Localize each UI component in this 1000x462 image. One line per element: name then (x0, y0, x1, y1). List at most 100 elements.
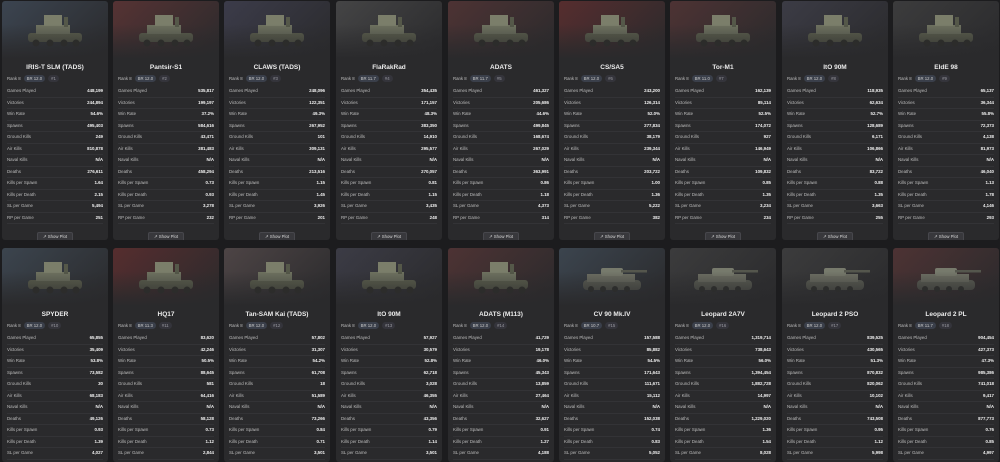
stat-row: Naval Kills N/A (229, 402, 325, 414)
rank-line: Rank 8 BR 10.7 #15 (559, 320, 665, 333)
stat-label: Kills per Spawn (118, 180, 149, 185)
show-plot-button[interactable]: ↗ Show Plot (371, 232, 407, 240)
stat-row: Win Rate 53.8% (7, 356, 103, 368)
stat-label: Victories (7, 99, 24, 105)
stat-row: Ground Kills 101 (229, 132, 325, 144)
stat-row: Naval Kills N/A (787, 155, 883, 167)
stat-row: Air Kills 267,029 (453, 144, 549, 155)
stat-label: Ground Kills (118, 381, 142, 386)
stat-row: Win Rate 46.0% (453, 356, 549, 368)
stat-row: Deaths 270,057 (341, 167, 437, 178)
stat-value: 146,949 (755, 145, 771, 151)
stat-label: Naval Kills (229, 157, 250, 162)
stat-row: Spawns 499,845 (453, 121, 549, 132)
vehicle-name: Leopard 2 PSO (811, 311, 859, 318)
position-badge: #4 (381, 75, 393, 82)
stat-value: N/A (652, 157, 660, 162)
vehicle-image (559, 1, 665, 59)
image-fade (559, 1, 665, 59)
vehicle-name: Leopard 2 PL (925, 311, 967, 318)
rank-label: Rank 8 (7, 76, 21, 81)
stat-row: RP per Game 201 (229, 213, 325, 224)
stat-value: 42,246 (200, 346, 214, 352)
stat-label: RP per Game (675, 214, 702, 220)
vehicle-image (782, 248, 888, 306)
battle-rating-badge: BR 12.0 (134, 75, 157, 82)
stat-label: Kills per Death (341, 191, 370, 197)
show-plot-button[interactable]: ↗ Show Plot (817, 232, 853, 240)
rank-label: Rank 8 (898, 76, 912, 81)
stat-label: Games Played (7, 335, 36, 340)
show-plot-button[interactable]: ↗ Show Plot (594, 232, 630, 240)
stat-row: Kills per Spawn 0.95 (787, 425, 883, 437)
stat-label: Games Played (453, 88, 482, 93)
stat-label: Games Played (898, 88, 927, 93)
stat-label: Deaths (787, 415, 801, 421)
vehicle-card: EldE 98 Rank 8 BR 12.0 #9 Games Played 65,137… (893, 1, 999, 240)
stat-label: Win Rate (7, 358, 26, 363)
stat-value: N/A (763, 404, 771, 409)
rank-label: Rank 8 (898, 323, 912, 328)
stat-label: Deaths (118, 168, 132, 174)
stat-value: 232 (206, 214, 214, 220)
rank-line: Rank 8 BR 11.7 #18 (893, 320, 999, 333)
stat-row: Spawns 383,350 (341, 121, 437, 132)
stat-row: Air Kills 146,949 (675, 144, 771, 155)
stat-row: Games Played 243,200 (564, 86, 660, 98)
stat-label: Victories (453, 346, 470, 352)
stat-row: SL per Game 3,501 (229, 448, 325, 460)
battle-rating-badge: BR 10.7 (580, 322, 603, 329)
stat-label: Victories (675, 346, 692, 352)
position-badge: #16 (716, 322, 730, 329)
stat-row: Kills per Spawn 0.74 (564, 425, 660, 437)
stat-value: 1.15 (428, 191, 437, 197)
show-plot-button[interactable]: ↗ Show Plot (928, 232, 964, 240)
stat-value: N/A (875, 157, 883, 162)
stat-row: Kills per Spawn 1.36 (675, 425, 771, 437)
stat-value: 248,096 (309, 88, 325, 93)
stat-label: Victories (7, 346, 24, 352)
stat-value: 270,057 (421, 168, 437, 174)
stat-row: Spawns 62,718 (341, 368, 437, 379)
stat-label: Ground Kills (229, 134, 253, 139)
vehicle-image (336, 1, 442, 59)
stat-label: Games Played (118, 335, 147, 340)
battle-rating-badge: BR 12.0 (803, 322, 826, 329)
rank-line: Rank 8 BR 11.0 #7 (670, 73, 776, 86)
show-plot-button[interactable]: ↗ Show Plot (37, 232, 73, 240)
stat-row: Kills per Death 1.35 (787, 190, 883, 201)
stat-value: 243,200 (644, 88, 660, 93)
stat-value: 0.88 (874, 180, 883, 185)
show-plot-button[interactable]: ↗ Show Plot (483, 232, 519, 240)
vehicle-image (2, 1, 108, 59)
stat-label: Victories (898, 99, 915, 105)
stat-label: Air Kills (787, 392, 802, 398)
stat-value: 4,146 (983, 203, 994, 208)
image-fade (448, 1, 554, 59)
stat-label: SL per Game (7, 450, 33, 455)
show-plot-button[interactable]: ↗ Show Plot (705, 232, 741, 240)
stat-value: 128,689 (867, 122, 883, 128)
stat-label: SL per Game (7, 203, 33, 208)
stat-row: Kills per Death 1.14 (341, 437, 437, 448)
stat-value: 5,998 (872, 450, 883, 455)
stat-value: 1.35 (874, 191, 883, 197)
stat-value: 239,344 (644, 145, 660, 151)
stat-label: Kills per Spawn (229, 427, 260, 432)
show-plot-button[interactable]: ↗ Show Plot (148, 232, 184, 240)
stat-label: SL per Game (118, 450, 144, 455)
stat-label: Air Kills (898, 145, 913, 151)
position-badge: #7 (715, 75, 727, 82)
vehicle-card: IRIS-T SLM (TADS) Rank 8 BR 12.0 #1 Games Pl… (2, 1, 108, 240)
stat-label: Games Played (341, 335, 370, 340)
stat-label: Naval Kills (229, 404, 250, 409)
stat-value: 36,344 (980, 99, 994, 105)
stat-row: Deaths 877,773 (898, 414, 994, 425)
stat-row: Spawns 870,832 (787, 368, 883, 379)
stat-label: Kills per Death (118, 438, 147, 444)
show-plot-button[interactable]: ↗ Show Plot (259, 232, 295, 240)
stat-row: Ground Kills 927 (675, 132, 771, 144)
stat-value: N/A (206, 157, 214, 162)
image-fade (336, 248, 442, 306)
stat-row: Kills per Death 1.15 (341, 190, 437, 201)
